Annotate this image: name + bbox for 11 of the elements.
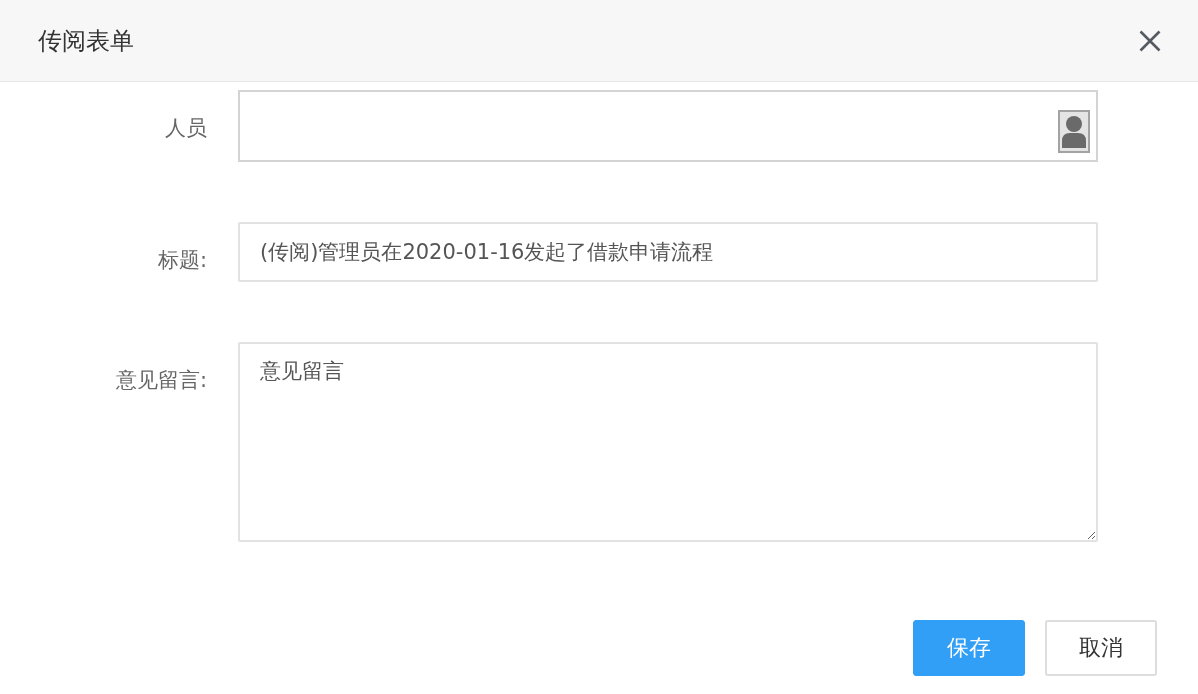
people-field[interactable] bbox=[238, 90, 1098, 162]
field-label: 意见留言: bbox=[115, 367, 207, 394]
user-icon[interactable] bbox=[1058, 110, 1090, 153]
field-label: 人员 bbox=[165, 115, 207, 142]
close-icon bbox=[1139, 29, 1161, 52]
field-label: 标题: bbox=[157, 247, 207, 274]
cancel-button[interactable]: 取消 bbox=[1045, 620, 1157, 676]
close-button[interactable] bbox=[1139, 29, 1161, 52]
title-field[interactable]: (传阅)管理员在2020-01-16发起了借款申请流程 bbox=[238, 222, 1098, 282]
dialog-title: 传阅表单 bbox=[38, 25, 134, 57]
comment-field[interactable]: 意见留言 bbox=[238, 342, 1098, 542]
